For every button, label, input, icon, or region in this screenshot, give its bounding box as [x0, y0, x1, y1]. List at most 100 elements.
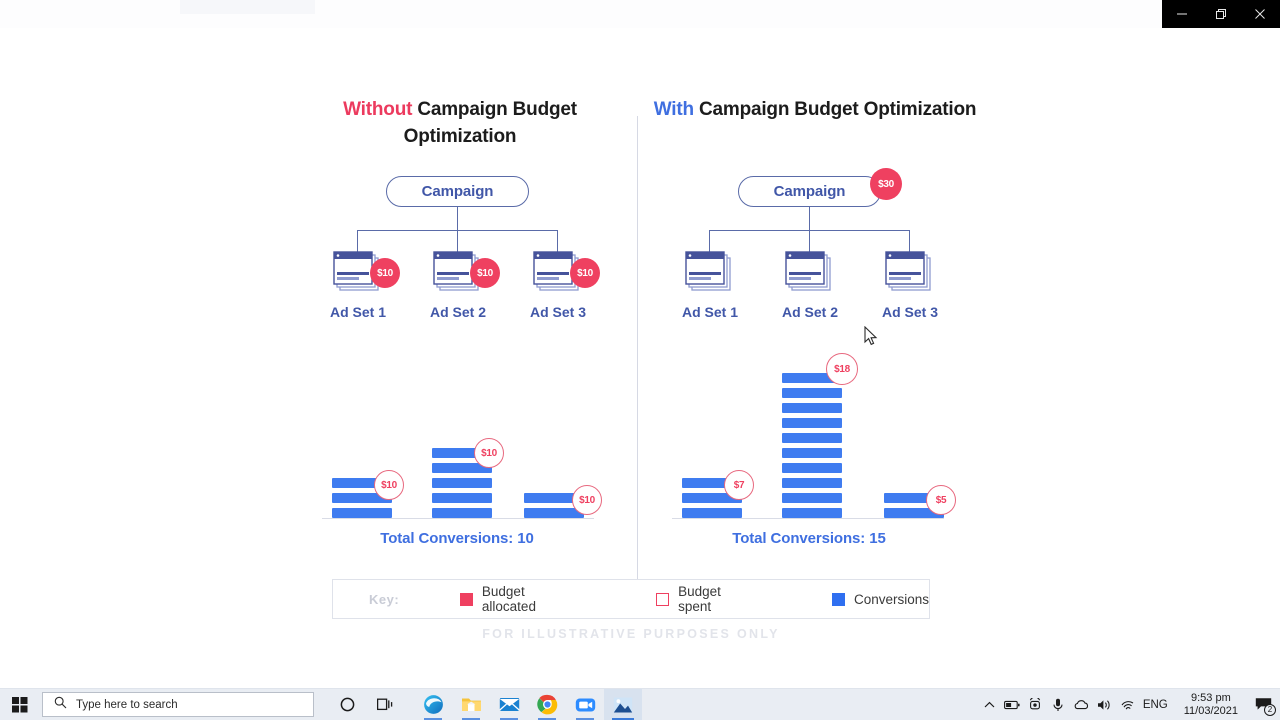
bar-with-1-seg-1	[682, 508, 742, 518]
bar-with-2-seg-8	[782, 403, 842, 413]
windows-logo-icon	[12, 696, 28, 712]
bar-with-2-seg-5	[782, 448, 842, 458]
system-tray: ENG 9:53 pm 11/03/2021 2	[978, 689, 1280, 720]
restore-button[interactable]	[1203, 0, 1239, 28]
heading-without-highlight: Without	[343, 99, 413, 120]
window-controls	[1162, 0, 1280, 28]
adset-without-1-badge: $10	[370, 258, 400, 288]
bar-with-2-seg-2	[782, 493, 842, 503]
bar-without-2-seg-3	[432, 478, 492, 488]
campaign-label-with: Campaign	[738, 176, 881, 207]
legend-swatch-conversions	[831, 592, 845, 606]
legend-label-conversions: Conversions	[853, 591, 929, 607]
bar-with-1-badge: $7	[724, 470, 754, 500]
bar-with-2-badge: $18	[826, 353, 858, 385]
campaign-node-without: Campaign	[386, 176, 529, 207]
adset-without-2-label: Ad Set 2	[429, 304, 486, 320]
edge-icon[interactable]	[414, 689, 452, 720]
legend-swatch-budget-allocated	[460, 592, 473, 606]
microphone-icon[interactable]	[1047, 689, 1070, 720]
search-icon	[54, 696, 67, 714]
bar-with-2-seg-9	[782, 388, 842, 398]
adset-without-3-label: Ad Set 3	[529, 304, 586, 320]
adset-without-3-badge: $10	[570, 258, 600, 288]
tree-stem-with	[809, 207, 811, 231]
campaign-with-badge: $30	[870, 168, 902, 200]
adset-with-2-label: Ad Set 2	[781, 304, 838, 320]
cortana-icon[interactable]	[328, 689, 366, 720]
wifi-icon[interactable]	[1116, 689, 1139, 720]
bar-without-2-seg-1	[432, 508, 492, 518]
notification-count: 2	[1264, 703, 1276, 716]
heading-without: Without Campaign Budget Optimization	[290, 96, 630, 150]
bar-with-3-badge: $5	[926, 485, 956, 515]
adset-stack-icon	[685, 251, 731, 291]
adset-stack-icon	[885, 251, 931, 291]
heading-without-rest: Campaign Budget Optimization	[403, 99, 577, 147]
tree-drop-with-3	[909, 230, 911, 252]
mail-icon[interactable]	[490, 689, 528, 720]
total-conversions-with: Total Conversions: 15	[732, 530, 886, 547]
bar-without-1-seg-1	[332, 508, 392, 518]
task-view-icon[interactable]	[366, 689, 404, 720]
search-placeholder: Type here to search	[76, 698, 178, 711]
legend-swatch-budget-spent	[656, 592, 670, 606]
battery-icon[interactable]	[1001, 689, 1024, 720]
chart-with-baseline	[672, 518, 944, 520]
panel-divider	[637, 116, 638, 594]
slide-canvas: Without Campaign Budget Optimization Wit…	[0, 28, 1280, 688]
adset-stack-icon	[785, 251, 831, 291]
legend-key: Key: Budget allocated Budget spent Conve…	[332, 579, 930, 619]
campaign-node-with: Campaign $30	[738, 168, 902, 207]
notification-center-button[interactable]: 2	[1246, 689, 1280, 720]
chrome-icon[interactable]	[528, 689, 566, 720]
minimize-button[interactable]	[1164, 0, 1200, 28]
adset-with-1-label: Ad Set 1	[681, 304, 738, 320]
close-button[interactable]	[1242, 0, 1278, 28]
bar-with-2-seg-4	[782, 463, 842, 473]
tree-stem-without	[457, 207, 459, 231]
file-explorer-icon[interactable]	[452, 689, 490, 720]
bar-without-1-badge: $10	[374, 470, 404, 500]
legend-item-budget-allocated: Budget allocated	[460, 584, 580, 614]
legend-label-budget-allocated: Budget allocated	[481, 584, 536, 614]
language-indicator[interactable]: ENG	[1139, 699, 1176, 711]
taskbar: Type here to search ENG 9:53 pm 11/03/20…	[0, 688, 1280, 720]
adset-with-3-label: Ad Set 3	[881, 304, 938, 320]
tree-drop-without-2	[457, 230, 459, 252]
legend-item-conversions: Conversions	[831, 591, 929, 607]
photos-icon[interactable]	[604, 688, 642, 720]
background-artifact	[180, 0, 315, 14]
start-button[interactable]	[0, 689, 40, 720]
footnote: FOR ILLUSTRATIVE PURPOSES ONLY	[482, 627, 780, 641]
bar-without-2-seg-2	[432, 493, 492, 503]
bar-with-2-seg-3	[782, 478, 842, 488]
onedrive-icon[interactable]	[1070, 689, 1093, 720]
chart-with: $7 $18 $5	[672, 323, 962, 548]
tree-drop-without-3	[557, 230, 559, 252]
tree-drop-with-1	[709, 230, 711, 252]
chart-without: $10 $10 $10	[322, 408, 602, 548]
chart-without-baseline	[322, 518, 594, 520]
screen: Without Campaign Budget Optimization Wit…	[0, 0, 1280, 720]
legend-key-label: Key:	[369, 591, 400, 607]
show-hidden-icons-icon[interactable]	[978, 689, 1001, 720]
heading-with-rest: Campaign Budget Optimization	[698, 99, 977, 120]
zoom-icon[interactable]	[566, 689, 604, 720]
adset-without-2-badge: $10	[470, 258, 500, 288]
clock-date: 11/03/2021	[1183, 704, 1238, 717]
volume-icon[interactable]	[1093, 689, 1116, 720]
legend-label-budget-spent: Budget spent	[678, 584, 721, 614]
bar-with-2-seg-7	[782, 418, 842, 428]
mouse-cursor	[864, 326, 878, 346]
total-conversions-without: Total Conversions: 10	[380, 530, 534, 547]
bar-with-2-seg-1	[782, 508, 842, 518]
clock[interactable]: 9:53 pm 11/03/2021	[1176, 692, 1246, 718]
bar-without-3-badge: $10	[572, 485, 602, 515]
bar-without-2-badge: $10	[474, 438, 504, 468]
search-input[interactable]: Type here to search	[42, 692, 314, 717]
webcam-icon[interactable]	[1024, 689, 1047, 720]
heading-with-highlight: With	[653, 99, 694, 120]
heading-with: With Campaign Budget Optimization	[645, 96, 985, 123]
campaign-label-without: Campaign	[386, 176, 529, 207]
